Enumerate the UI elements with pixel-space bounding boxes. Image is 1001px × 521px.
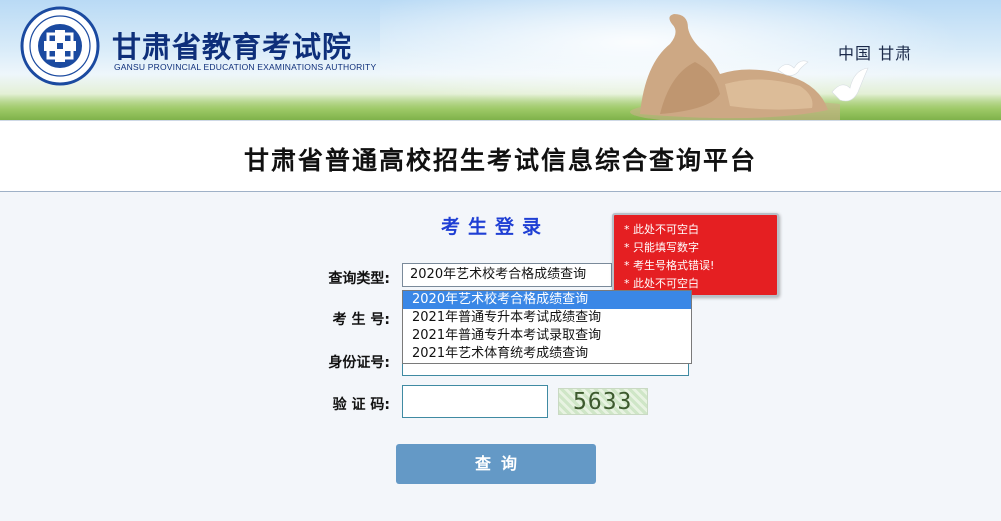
error-message: * 此处不可空白 [624,223,699,236]
captcha-input[interactable] [402,385,548,418]
query-type-dropdown-list: 2020年艺术校考合格成绩查询 2021年普通专升本考试成绩查询 2021年普通… [402,290,692,364]
site-title-english: GANSU PROVINCIAL EDUCATION EXAMINATIONS … [114,62,377,72]
error-message: * 只能填写数字 [624,241,699,254]
query-button[interactable]: 查询 [396,444,596,484]
dropdown-option[interactable]: 2021年艺术体育统考成绩查询 [403,345,691,363]
platform-title: 甘肃省普通高校招生考试信息综合查询平台 [243,146,757,175]
validation-error-popup: * 此处不可空白 * 只能填写数字 * 考生号格式错误! * 此处不可空白 [612,213,779,297]
captcha-label: 验 证 码: [332,397,390,413]
region-label: 中国 甘肃 [838,44,913,63]
captcha-image[interactable]: 5633 [558,388,648,415]
dropdown-option[interactable]: 2021年普通专升本考试成绩查询 [403,309,691,327]
dropdown-option[interactable]: 2021年普通专升本考试录取查询 [403,327,691,345]
platform-title-bar: 甘肃省普通高校招生考试信息综合查询平台 [0,120,1001,192]
query-type-select[interactable]: 2020年艺术校考合格成绩查询 [402,263,612,287]
id-number-label: 身份证号: [328,355,390,371]
login-title: 考生登录 [440,216,549,238]
dove-icon [831,67,869,102]
captcha-text: 5633 [573,389,633,415]
dove-icon [777,60,809,76]
error-message: * 考生号格式错误! [624,259,715,272]
header-banner: 甘肃省教育考试院 GANSU PROVINCIAL EDUCATION EXAM… [0,0,1001,120]
institution-seal-logo [20,6,100,86]
dropdown-option[interactable]: 2020年艺术校考合格成绩查询 [403,291,691,309]
exam-number-label: 考 生 号: [332,312,390,328]
site-title: 甘肃省教育考试院 [112,30,353,64]
query-type-label: 查询类型: [328,271,390,287]
